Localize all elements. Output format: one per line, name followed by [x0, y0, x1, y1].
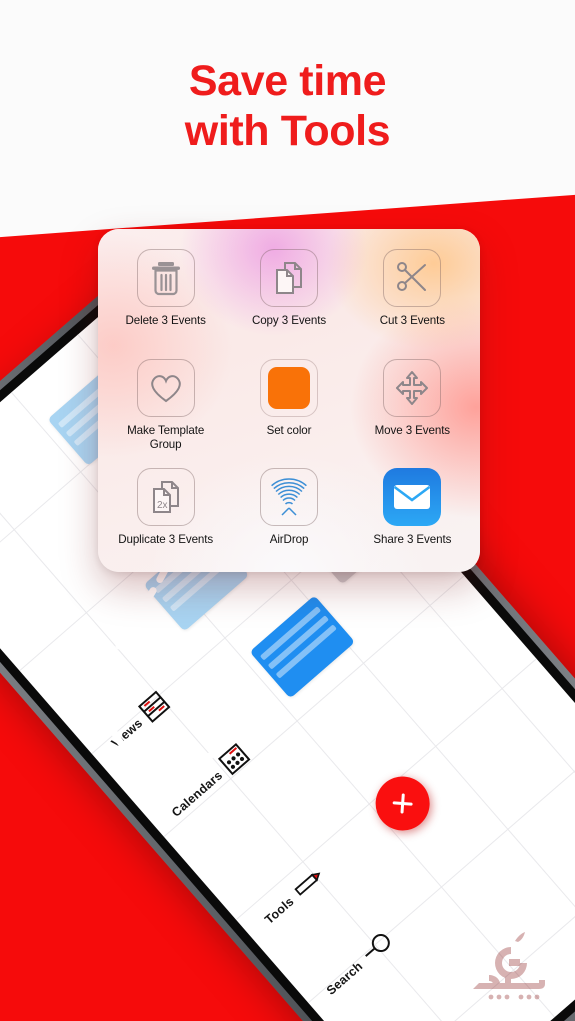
- tools-grid: Delete 3 Events Copy 3 Events Cut 3 Even…: [98, 229, 480, 572]
- tool-set-color[interactable]: Set color: [227, 347, 350, 457]
- duplicate-2x-icon: 2x: [152, 481, 179, 514]
- tool-move-3-events[interactable]: Move 3 Events: [351, 347, 474, 457]
- dashed-curved-arrow: [103, 564, 214, 768]
- heart-icon: [150, 374, 181, 402]
- tool-share-3-events[interactable]: Share 3 Events: [351, 456, 474, 566]
- tool-label: Move 3 Events: [374, 423, 451, 437]
- close-icon: [392, 793, 413, 814]
- color-swatch-icon: [267, 366, 310, 409]
- page-title-line-1: Save time: [188, 57, 387, 105]
- tool-label: Duplicate 3 Events: [118, 533, 214, 547]
- tool-delete-3-events[interactable]: Delete 3 Events: [104, 237, 227, 347]
- trash-icon: [151, 262, 180, 296]
- svg-text:2x: 2x: [157, 500, 168, 511]
- copy-icon-container: [259, 249, 318, 307]
- color-swatch-icon-container: [259, 358, 318, 417]
- trash-icon-container: [136, 249, 195, 307]
- tool-duplicate-3-events[interactable]: 2x Duplicate 3 Events: [104, 456, 227, 566]
- tool-label: Cut 3 Events: [379, 314, 445, 327]
- heart-icon-container: [136, 358, 195, 417]
- tool-label: Share 3 Events: [373, 533, 452, 547]
- tool-label: Delete 3 Events: [125, 314, 206, 327]
- tool-make-template-group[interactable]: Make Template Group: [104, 347, 227, 457]
- page-title-line-2: with Tools: [184, 107, 391, 156]
- mail-envelope-icon: [394, 485, 431, 510]
- airdrop-icon-container: [259, 468, 318, 527]
- move-arrows-icon-container: [383, 358, 442, 417]
- move-arrows-icon: [396, 370, 429, 405]
- scissors-icon-container: [383, 249, 442, 307]
- tools-popover-panel: Delete 3 Events Copy 3 Events Cut 3 Even…: [98, 229, 480, 572]
- scissors-icon: [397, 262, 427, 291]
- airdrop-icon: [271, 478, 307, 516]
- tool-label: Set color: [266, 423, 312, 437]
- tool-label: Copy 3 Events: [251, 314, 327, 327]
- tool-label: Make Template Group: [127, 423, 205, 451]
- duplicate-2x-icon-container: 2x: [136, 468, 195, 527]
- tool-cut-3-events[interactable]: Cut 3 Events: [351, 237, 474, 347]
- tool-copy-3-events[interactable]: Copy 3 Events: [227, 237, 350, 347]
- sibche-logo-watermark: [473, 932, 545, 1000]
- screenshot-stage: Save time with Tools Views Calendars Too…: [0, 0, 575, 1021]
- page-title: Save time with Tools: [0, 56, 575, 157]
- tool-label: AirDrop: [269, 533, 309, 547]
- mail-envelope-icon-container: [383, 468, 442, 527]
- tool-airdrop[interactable]: AirDrop: [227, 456, 350, 566]
- copy-icon: [275, 262, 302, 294]
